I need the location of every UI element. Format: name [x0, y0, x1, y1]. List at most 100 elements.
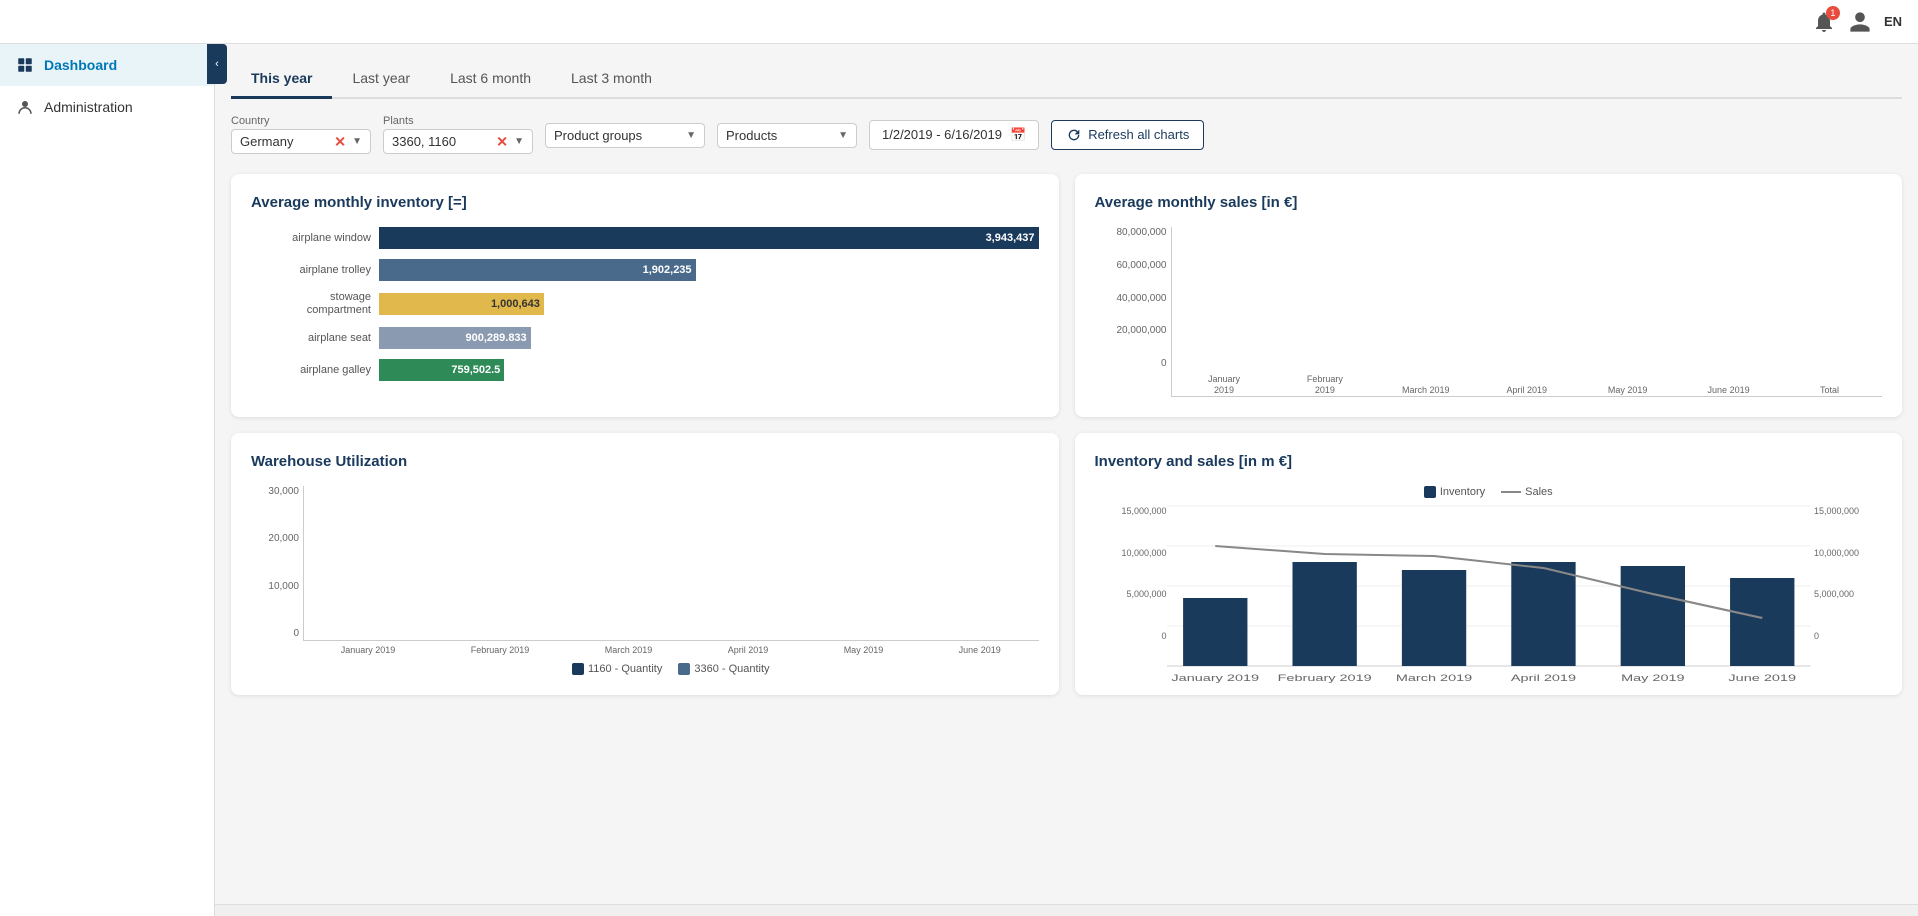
- country-filter[interactable]: Germany France USA ✕ ▼: [231, 129, 371, 154]
- inv-sales-chart-area: 15,000,000 10,000,000 5,000,000 0: [1095, 506, 1883, 669]
- legend-inventory: Inventory: [1424, 486, 1485, 498]
- products-arrow: ▼: [838, 130, 848, 141]
- bar-value-3: 900,289.833: [466, 332, 527, 344]
- user-icon[interactable]: [1848, 10, 1872, 34]
- inv-y-axis-left: 15,000,000 10,000,000 5,000,000 0: [1095, 506, 1167, 669]
- product-groups-filter[interactable]: Product groups Group A ▼: [545, 123, 705, 148]
- country-filter-group: Country Germany France USA ✕ ▼: [231, 115, 371, 154]
- bar-container-2: 1,000,643: [379, 293, 1039, 315]
- legend-label-sales: Sales: [1525, 486, 1553, 498]
- wh-y-0: 0: [293, 628, 299, 639]
- charts-grid: Average monthly inventory [=] airplane w…: [231, 174, 1902, 695]
- wh-y-30k: 30,000: [268, 486, 299, 497]
- tab-this-year[interactable]: This year: [231, 60, 332, 99]
- tab-last-6-month[interactable]: Last 6 month: [430, 60, 551, 99]
- bar-label-3: airplane seat: [251, 332, 371, 344]
- sales-y-axis: 80,000,000 60,000,000 40,000,000 20,000,…: [1095, 227, 1167, 397]
- legend-dot-3360: [678, 663, 690, 675]
- x-label-mar: March 2019: [1395, 673, 1472, 683]
- bar-label-jun: June 2019: [1708, 385, 1750, 396]
- warehouse-y-axis: 30,000 20,000 10,000 0: [251, 486, 299, 675]
- wh-y-20k: 20,000: [268, 533, 299, 544]
- calendar-icon: 📅: [1010, 127, 1026, 143]
- bar-label-jan: January2019: [1208, 374, 1240, 396]
- wh-x-jan: January 2019: [341, 645, 396, 655]
- sales-bar-jun: June 2019: [1680, 382, 1777, 396]
- horizontal-scrollbar[interactable]: [215, 904, 1918, 916]
- y-label-40m: 40,000,000: [1116, 293, 1166, 304]
- legend-dot-inventory: [1424, 486, 1436, 498]
- inventory-bar-row-4: airplane galley 759,502.5: [251, 359, 1039, 381]
- products-select[interactable]: Products Airplane window: [726, 128, 838, 143]
- country-filter-label: Country: [231, 115, 371, 127]
- sidebar-item-dashboard[interactable]: Dashboard: [0, 44, 214, 86]
- country-clear-button[interactable]: ✕: [334, 133, 346, 150]
- date-range-filter[interactable]: 1/2/2019 - 6/16/2019 📅: [869, 120, 1039, 150]
- sales-bar-total: Total: [1781, 382, 1878, 396]
- inv-y-10m: 10,000,000: [1121, 548, 1166, 558]
- sidebar-collapse-button[interactable]: ‹: [207, 44, 227, 84]
- inv-yr-5m: 5,000,000: [1814, 589, 1854, 599]
- sidebar-item-administration[interactable]: Administration: [0, 86, 214, 128]
- inv-yr-15m: 15,000,000: [1814, 506, 1859, 516]
- sidebar: Dashboard Administration: [0, 44, 215, 916]
- inventory-bar-chart: airplane window 3,943,437 airplane troll…: [251, 227, 1039, 381]
- x-label-jan: January 2019: [1171, 673, 1259, 683]
- sales-bars: January2019 February2019 March 2019 Apri…: [1171, 227, 1883, 397]
- plants-dropdown-arrow: ▼: [514, 136, 524, 147]
- legend-label-3360: 3360 - Quantity: [694, 663, 769, 675]
- inventory-bar-row-1: airplane trolley 1,902,235: [251, 259, 1039, 281]
- inventory-bar-row-3: airplane seat 900,289.833: [251, 327, 1039, 349]
- product-groups-filter-group: Product groups Group A ▼: [545, 121, 705, 148]
- bar-label-mar: March 2019: [1402, 385, 1450, 396]
- inventory-bar-row-0: airplane window 3,943,437: [251, 227, 1039, 249]
- avg-sales-chart-area: 80,000,000 60,000,000 40,000,000 20,000,…: [1095, 227, 1883, 397]
- products-filter[interactable]: Products Airplane window ▼: [717, 123, 857, 148]
- y-label-0: 0: [1161, 358, 1167, 369]
- warehouse-chart-area: 30,000 20,000 10,000 0: [251, 486, 1039, 675]
- x-label-feb: February 2019: [1277, 673, 1371, 683]
- avg-inventory-chart: Average monthly inventory [=] airplane w…: [231, 174, 1059, 417]
- bar-container-4: 759,502.5: [379, 359, 1039, 381]
- legend-line-sales: [1501, 491, 1521, 493]
- language-selector[interactable]: EN: [1884, 14, 1902, 29]
- inv-y-15m: 15,000,000: [1121, 506, 1166, 516]
- bar-value-1: 1,902,235: [643, 264, 692, 276]
- bar-label-total: Total: [1820, 385, 1839, 396]
- notification-badge: 1: [1826, 6, 1840, 20]
- inv-bar-apr: [1511, 562, 1575, 666]
- legend-sales: Sales: [1501, 486, 1553, 498]
- inv-bar-mar: [1401, 570, 1465, 666]
- tab-last-3-month[interactable]: Last 3 month: [551, 60, 672, 99]
- refresh-all-charts-button[interactable]: Refresh all charts: [1051, 120, 1204, 150]
- inv-bar-may: [1620, 566, 1684, 666]
- sidebar-label-dashboard: Dashboard: [44, 57, 117, 73]
- top-bar: 1 EN: [0, 0, 1918, 44]
- time-period-tabs: This year Last year Last 6 month Last 3 …: [231, 60, 1902, 99]
- plants-clear-button[interactable]: ✕: [496, 133, 508, 150]
- inv-bar-jan: [1183, 598, 1247, 666]
- bar-label-1: airplane trolley: [251, 264, 371, 276]
- avg-sales-title: Average monthly sales [in €]: [1095, 194, 1883, 211]
- x-label-apr: April 2019: [1510, 673, 1576, 683]
- sales-bar-mar: March 2019: [1377, 382, 1474, 396]
- avg-sales-chart: Average monthly sales [in €] 80,000,000 …: [1075, 174, 1903, 417]
- product-groups-select[interactable]: Product groups Group A: [554, 128, 686, 143]
- main-content: This year Last year Last 6 month Last 3 …: [215, 44, 1918, 916]
- dashboard-icon: [16, 56, 34, 74]
- bar-value-0: 3,943,437: [986, 232, 1035, 244]
- plants-filter[interactable]: 3360, 1160 3360 1160 ✕ ▼: [383, 129, 533, 154]
- country-dropdown-arrow: ▼: [352, 136, 362, 147]
- bar-label-0: airplane window: [251, 232, 371, 244]
- warehouse-x-labels: January 2019 February 2019 March 2019 Ap…: [303, 645, 1039, 655]
- notifications-icon[interactable]: 1: [1812, 10, 1836, 34]
- warehouse-title: Warehouse Utilization: [251, 453, 1039, 470]
- inventory-sales-title: Inventory and sales [in m €]: [1095, 453, 1883, 470]
- bar-container-1: 1,902,235: [379, 259, 1039, 281]
- products-filter-group: Products Airplane window ▼: [717, 121, 857, 148]
- legend-label-1160: 1160 - Quantity: [588, 663, 662, 675]
- bar-label-feb: February2019: [1307, 374, 1343, 396]
- x-label-jun: June 2019: [1728, 673, 1796, 683]
- tab-last-year[interactable]: Last year: [332, 60, 430, 99]
- plants-filter-group: Plants 3360, 1160 3360 1160 ✕ ▼: [383, 115, 533, 154]
